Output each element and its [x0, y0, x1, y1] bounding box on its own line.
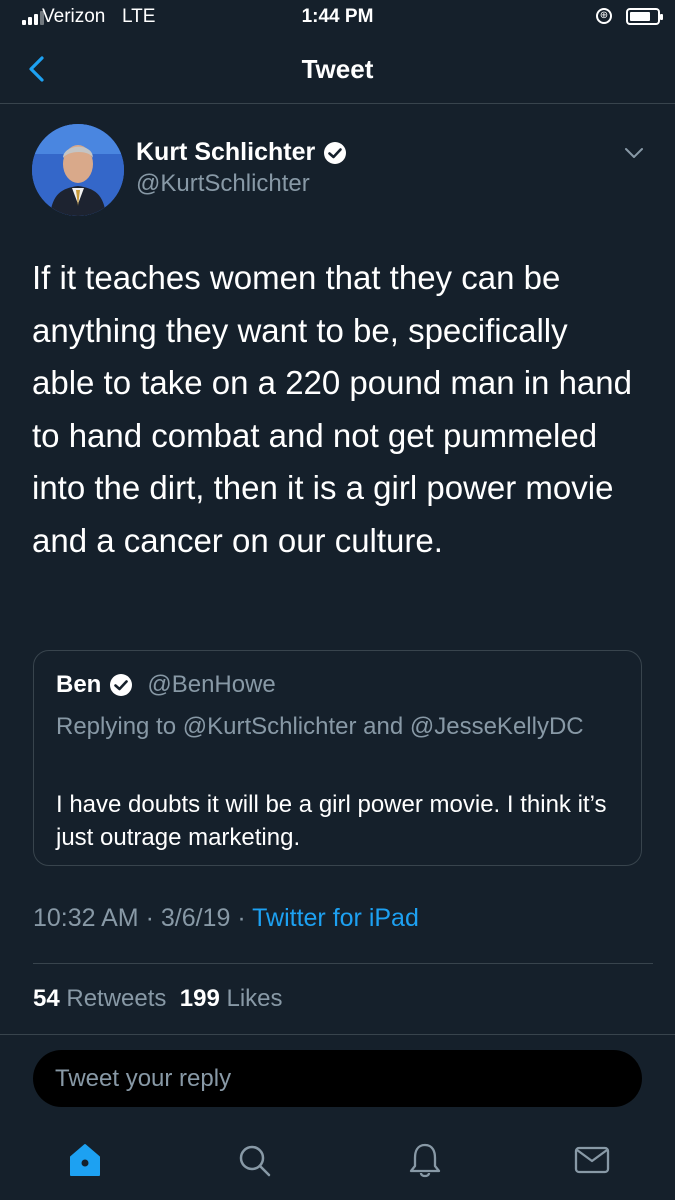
likes-count: 199 — [179, 985, 220, 1012]
tweet-time: 10:32 AM — [33, 904, 139, 932]
home-icon[interactable] — [65, 1140, 105, 1180]
retweets-stat[interactable]: 54 Retweets — [33, 985, 166, 1012]
reply-bar — [33, 1050, 642, 1107]
avatar[interactable] — [32, 124, 124, 216]
quoted-tweet[interactable]: Ben @BenHowe Replying to @KurtSchlichter… — [33, 650, 642, 866]
tweet-source-link[interactable]: Twitter for iPad — [252, 904, 419, 932]
battery-icon — [626, 8, 663, 25]
engagement-stats: 54 Retweets 199 Likes — [33, 985, 283, 1013]
tweet-text: If it teaches women that they can be any… — [32, 259, 632, 559]
likes-stat[interactable]: 199 Likes — [180, 985, 283, 1012]
quoted-tweet-header: Ben @BenHowe — [56, 671, 276, 699]
page-title: Tweet — [301, 54, 374, 84]
replying-to: Replying to @KurtSchlichter and @JesseKe… — [56, 713, 584, 740]
likes-label: Likes — [226, 985, 283, 1012]
retweets-count: 54 — [33, 985, 60, 1012]
author-name-row: Kurt Schlichter — [136, 138, 347, 167]
tweet-date: 3/6/19 — [160, 904, 231, 932]
retweets-label: Retweets — [66, 985, 167, 1012]
author-name[interactable]: Kurt Schlichter — [136, 138, 315, 167]
verified-badge-icon — [110, 674, 133, 696]
divider — [0, 1034, 675, 1035]
status-bar: Verizon LTE 1:44 PM ⊕ — [0, 0, 675, 36]
notifications-icon[interactable] — [405, 1140, 445, 1180]
messages-icon[interactable] — [572, 1140, 612, 1180]
quoted-author-name: Ben — [56, 671, 102, 698]
navigation-bar: Tweet — [0, 36, 675, 104]
rotation-lock-icon: ⊕ — [596, 8, 612, 24]
tweet-metadata: 10:32 AM · 3/6/19 · Twitter for iPad — [33, 904, 419, 932]
chevron-down-icon[interactable] — [624, 146, 644, 160]
verified-badge-icon — [324, 141, 347, 164]
author-handle[interactable]: @KurtSchlichter — [136, 170, 310, 198]
reply-input[interactable] — [53, 1060, 617, 1098]
divider — [33, 963, 653, 964]
status-time: 1:44 PM — [301, 6, 374, 27]
battery-fill — [630, 12, 650, 21]
quoted-tweet-text: I have doubts it will be a girl power mo… — [56, 791, 607, 851]
search-icon[interactable] — [234, 1140, 274, 1180]
quoted-author-handle: @BenHowe — [147, 671, 276, 698]
